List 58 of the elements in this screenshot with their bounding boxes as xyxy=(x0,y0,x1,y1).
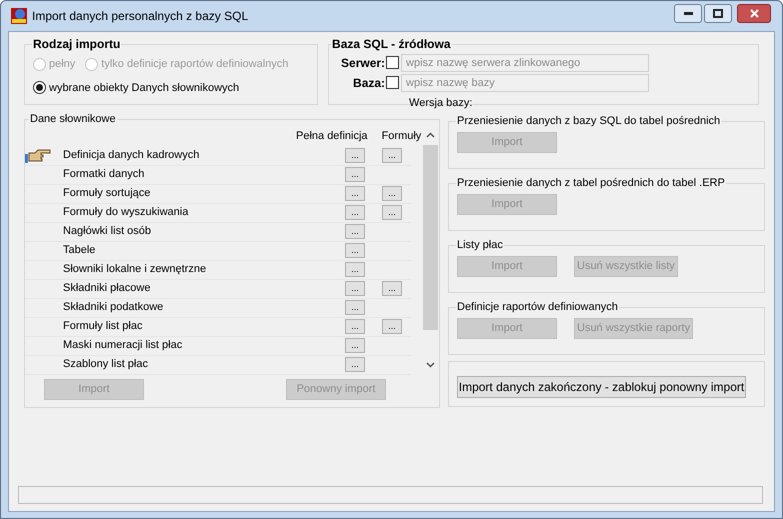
ellipsis-button[interactable]: ... xyxy=(382,148,402,163)
checkbox[interactable] xyxy=(386,56,400,69)
ellipsis-button[interactable]: ... xyxy=(345,356,365,372)
row-label: Formuły sortujące xyxy=(63,186,152,202)
scroll-up-icon[interactable] xyxy=(426,132,435,138)
ellipsis-button[interactable]: ... xyxy=(345,338,365,353)
row-label: Formatki danych xyxy=(63,167,146,182)
close-button[interactable] xyxy=(737,4,771,23)
group-title: Przeniesienie danych z tabel pośrednich do tabel .ERP xyxy=(456,176,726,191)
group-title: Listy płac xyxy=(456,238,504,253)
row-label: Maski numeracji list płac xyxy=(63,338,184,354)
field-label: Baza: xyxy=(353,74,386,92)
row-label: Formuły list płac xyxy=(63,319,144,334)
ellipsis-button[interactable]: ... xyxy=(382,186,402,201)
group-title: Rodzaj importu xyxy=(32,36,122,53)
group-title: Dane słownikowe xyxy=(29,112,117,127)
row-label: Składniki podatkowe xyxy=(63,300,164,316)
ellipsis-button[interactable]: ... xyxy=(345,280,365,296)
row-label: Tabele xyxy=(63,243,96,258)
row-label: Nagłówki list osób xyxy=(63,224,152,240)
row-label: Szablony list płac xyxy=(63,357,149,372)
ellipsis-button[interactable]: ... xyxy=(345,318,365,334)
ellipsis-button[interactable]: ... xyxy=(345,242,365,258)
checkbox[interactable] xyxy=(386,76,400,89)
scroll-down-icon[interactable] xyxy=(426,362,435,368)
ellipsis-button[interactable]: ... xyxy=(345,262,365,277)
restore-icon xyxy=(713,9,723,18)
group-title: Baza SQL - źródłowa xyxy=(331,36,452,53)
input-field[interactable]: wpisz nazwę bazy xyxy=(401,74,650,92)
row-label: Definicja danych kadrowych xyxy=(63,148,200,164)
ellipsis-button[interactable]: ... xyxy=(345,186,365,201)
ellipsis-button[interactable]: ... xyxy=(382,280,402,296)
ellipsis-button[interactable]: ... xyxy=(345,300,365,315)
maximize-button[interactable] xyxy=(704,4,732,23)
ellipsis-button[interactable]: ... xyxy=(345,148,365,163)
column-header: Formuły xyxy=(382,129,422,144)
field-label: Serwer: xyxy=(341,54,386,72)
finish-import-button[interactable]: Import danych zakończony - zablokuj ponowny import xyxy=(457,376,746,398)
scrollbar-thumb[interactable] xyxy=(423,144,438,330)
app-icon xyxy=(11,8,27,24)
input-field[interactable]: wpisz nazwę serwera zlinkowanego xyxy=(401,54,650,72)
group-title: Przeniesienie danych z bazy SQL do tabel pośrednich xyxy=(456,114,722,129)
group-title: Definicje raportów definiowanych xyxy=(456,300,619,315)
row-label: Składniki płacowe xyxy=(63,281,152,296)
close-icon xyxy=(750,9,758,18)
ellipsis-button[interactable]: ... xyxy=(345,224,365,239)
version-label: Wersja bazy: xyxy=(409,96,474,111)
ellipsis-button[interactable]: ... xyxy=(382,318,402,334)
minimize-icon xyxy=(684,12,692,15)
ellipsis-button[interactable]: ... xyxy=(345,166,365,182)
column-header: Pełna definicja xyxy=(296,129,368,144)
row-label: Formuły do wyszukiwania xyxy=(63,205,190,220)
minimize-button[interactable] xyxy=(674,4,702,23)
ellipsis-button[interactable]: ... xyxy=(382,204,402,220)
row-label: Słowniki lokalne i zewnętrzne xyxy=(63,262,208,278)
radio-option[interactable]: wybrane obiekty Danych słownikowych xyxy=(33,80,310,96)
window-title: Import danych personalnych z bazy SQL xyxy=(32,8,248,25)
ellipsis-button[interactable]: ... xyxy=(345,204,365,220)
